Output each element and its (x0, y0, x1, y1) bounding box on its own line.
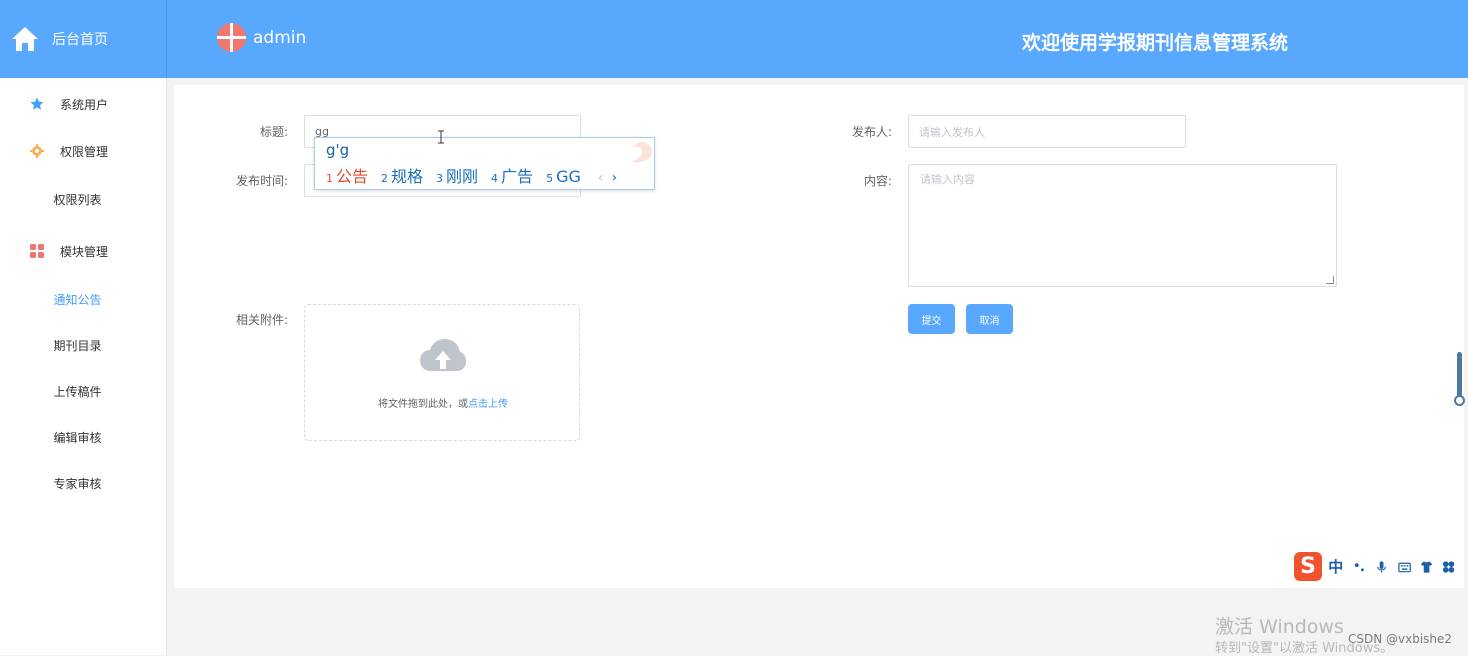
upload-dropzone[interactable]: 将文件拖到此处，或点击上传 (304, 304, 580, 441)
ime-candidates: 1 公告 2 规格 3 刚刚 4 广告 5 GG ‹ › (326, 163, 617, 187)
top-header: 后台首页 admin 欢迎使用学报期刊信息管理系统 (0, 0, 1468, 78)
home-link[interactable]: 后台首页 (0, 0, 167, 78)
username: admin (253, 27, 307, 48)
ime-candidate[interactable]: 3 刚刚 (436, 163, 478, 187)
sidebar: 系统用户 权限管理 权限列表 模块管理 通知公告 期刊目录 上传稿件 编辑审核 … (0, 78, 167, 655)
home-label: 后台首页 (52, 32, 108, 48)
publisher-placeholder: 请输入发布人 (919, 125, 985, 139)
ime-candidate[interactable]: 2 规格 (381, 163, 423, 187)
ime-candidate[interactable]: 1 公告 (326, 163, 368, 187)
welcome-title: 欢迎使用学报期刊信息管理系统 (1022, 32, 1289, 54)
sidebar-item-permissions[interactable]: 权限管理 (0, 143, 167, 159)
publish-time-label: 发布时间: (235, 174, 288, 188)
ime-candidate[interactable]: 4 广告 (491, 163, 533, 187)
avatar (217, 23, 246, 52)
ime-mode-toggle[interactable]: 中 (1328, 556, 1343, 577)
submit-button[interactable]: 提交 (908, 304, 955, 334)
gear-icon (30, 144, 44, 158)
grid-icon (30, 244, 44, 258)
ime-candidate-num: 2 (381, 172, 389, 185)
title-label: 标题: (259, 125, 288, 139)
sogou-logo-icon[interactable]: S (1294, 552, 1323, 581)
publisher-input[interactable]: 请输入发布人 (908, 115, 1186, 148)
ime-prev-page-icon[interactable]: ‹ (598, 170, 604, 186)
sidebar-item-system-users[interactable]: 系统用户 (0, 96, 167, 112)
resize-handle-icon[interactable] (1326, 276, 1334, 284)
ime-candidate-text: 广告 (501, 167, 534, 186)
sidebar-item-label: 模块管理 (60, 244, 109, 259)
windows-activation-title: 激活 Windows (1215, 616, 1344, 638)
ime-toolbar: S 中 (1294, 552, 1464, 581)
keyboard-icon[interactable] (1397, 560, 1411, 574)
skin-shirt-icon[interactable] (1420, 560, 1433, 574)
ime-candidate-text: 公告 (336, 167, 369, 186)
microphone-icon[interactable] (1375, 560, 1388, 574)
vertical-scrollbar[interactable] (1454, 352, 1465, 406)
ime-candidate-text: 刚刚 (446, 167, 479, 186)
ime-next-page-icon[interactable]: › (611, 170, 617, 186)
ime-candidate-num: 3 (436, 172, 444, 185)
sidebar-item-modules[interactable]: 模块管理 (0, 243, 167, 259)
ime-candidate-num: 5 (546, 172, 554, 185)
punctuation-icon[interactable] (1353, 560, 1366, 574)
ime-candidate-num: 1 (326, 172, 333, 185)
content-label: 内容: (863, 174, 892, 188)
ime-candidate-text: GG (556, 167, 581, 186)
ime-candidate-popup: g'g 1 公告 2 规格 3 刚刚 4 广告 5 GG ‹ › (314, 137, 655, 190)
toolbox-icon[interactable] (1442, 560, 1455, 574)
ime-candidate[interactable]: 5 GG (546, 167, 581, 186)
ime-candidate-text: 规格 (391, 167, 424, 186)
sidebar-item-permission-list[interactable]: 权限列表 (0, 191, 155, 208)
content-textarea[interactable]: 请输入内容 (908, 164, 1337, 287)
user-menu[interactable]: admin (217, 23, 306, 52)
sidebar-item-journal-catalog[interactable]: 期刊目录 (0, 337, 155, 354)
upload-hint-text: 将文件拖到此处，或 (378, 399, 468, 410)
sidebar-item-editor-review[interactable]: 编辑审核 (0, 429, 155, 446)
sidebar-item-upload-manuscript[interactable]: 上传稿件 (0, 383, 155, 400)
sidebar-item-announcements[interactable]: 通知公告 (0, 291, 155, 308)
attachment-label: 相关附件: (235, 313, 288, 327)
sidebar-item-expert-review[interactable]: 专家审核 (0, 475, 155, 492)
text-cursor-icon (438, 130, 444, 144)
star-icon (30, 97, 44, 110)
sidebar-item-label: 权限管理 (60, 144, 109, 159)
csdn-watermark: CSDN @vxbishe2 (1348, 632, 1453, 646)
content-placeholder: 请输入内容 (920, 173, 975, 186)
upload-hint: 将文件拖到此处，或点击上传 (305, 395, 581, 410)
publisher-label: 发布人: (851, 125, 892, 139)
upload-link[interactable]: 点击上传 (468, 399, 508, 410)
ime-pinyin: g'g (326, 141, 350, 159)
ime-candidate-num: 4 (491, 172, 499, 185)
sidebar-item-label: 系统用户 (60, 97, 109, 112)
cloud-upload-icon (420, 339, 466, 371)
home-icon (12, 27, 38, 51)
cancel-button[interactable]: 取消 (966, 304, 1013, 334)
